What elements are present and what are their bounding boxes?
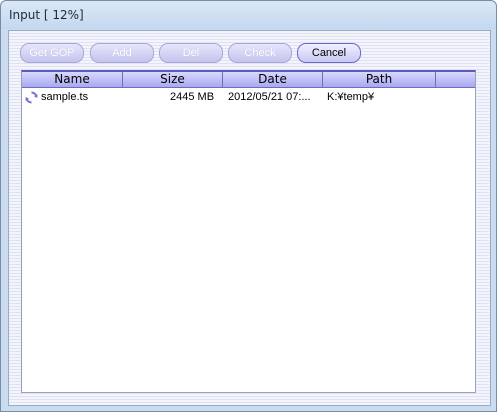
column-header-date[interactable]: Date xyxy=(223,72,323,87)
get-gop-button[interactable]: Get GOP xyxy=(20,43,84,63)
cell-size: 2445 MB xyxy=(170,91,215,103)
column-header-path[interactable]: Path xyxy=(323,72,436,87)
check-button[interactable]: Check xyxy=(228,43,292,63)
cell-path: K:¥temp¥ xyxy=(327,91,375,103)
cancel-button[interactable]: Cancel xyxy=(297,43,361,63)
list-header: Name Size Date Path xyxy=(22,72,475,88)
column-header-name[interactable]: Name xyxy=(22,72,123,87)
table-row[interactable]: sample.ts 2445 MB 2012/05/21 07:... K:¥t… xyxy=(22,89,475,106)
file-list[interactable]: Name Size Date Path sample.ts 2445 MB 20… xyxy=(21,70,476,393)
refresh-icon xyxy=(25,91,38,104)
del-button[interactable]: Del xyxy=(159,43,223,63)
window-title: Input [ 12%] xyxy=(9,8,84,22)
input-dialog-window: Input [ 12%] Get GOP Add Del Check Cance… xyxy=(0,0,497,412)
dialog-client-area: Get GOP Add Del Check Cancel Name Size D… xyxy=(8,30,491,406)
title-bar[interactable]: Input [ 12%] xyxy=(1,1,496,29)
add-button[interactable]: Add xyxy=(90,43,154,63)
column-header-size[interactable]: Size xyxy=(123,72,223,87)
cell-name: sample.ts xyxy=(41,91,89,103)
cell-date: 2012/05/21 07:... xyxy=(228,91,311,103)
column-header-filler xyxy=(436,72,475,87)
